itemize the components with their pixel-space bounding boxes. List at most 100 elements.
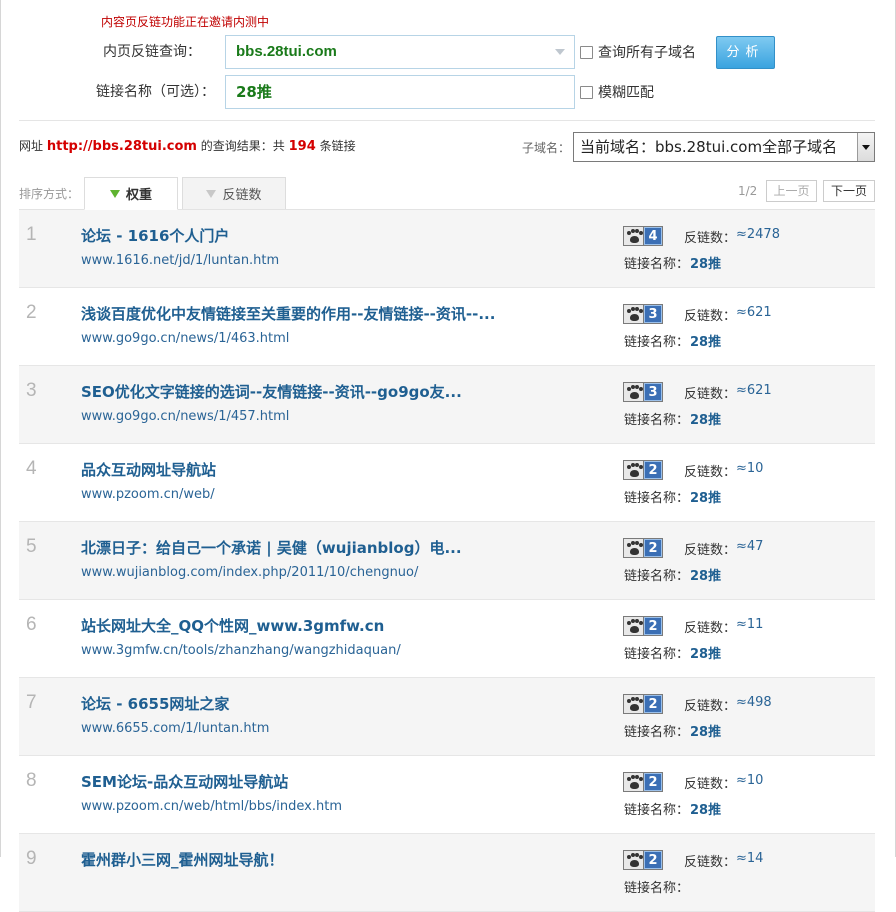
sort-label: 排序方式： [19,187,80,201]
result-rank: 4 [26,458,37,479]
sort-down-arrow-icon [109,189,120,198]
link-name-label: 链接名称： [624,725,690,740]
weight-badge: 3 [623,382,663,402]
result-rank: 3 [26,380,37,401]
result-rank: 7 [26,692,37,713]
result-title-link[interactable]: 北漂日子：给自己一个承诺 | 吴健（wujianblog）电... [81,537,462,558]
tab-sort-weight[interactable]: 权重 [84,177,178,210]
result-title-link[interactable]: 霍州群小三网_霍州网址导航！ [81,849,284,870]
weight-value: 2 [644,851,662,869]
result-rank: 2 [26,302,37,323]
page-frame: 内容页反链功能正在邀请内测中 内页反链查询： bbs.28tui.com 查询所… [0,0,896,912]
weight-value: 3 [644,305,662,323]
result-row: 9 霍州群小三网_霍州网址导航！ 2 反链数： ≈14 链接名称： [19,834,875,912]
result-row: 8 SEM论坛-品众互动网址导航站 www.pzoom.cn/web/html/… [19,756,875,834]
result-row: 6 站长网址大全_QQ个性网_www.3gmfw.cn www.3gmfw.cn… [19,600,875,678]
fuzzy-match-label: 模糊匹配 [598,85,654,101]
fuzzy-match-checkbox[interactable]: 模糊匹配 [580,82,654,102]
link-name-value: 28推 [690,413,722,428]
backlinks-label: 反链数： [684,387,737,402]
backlinks-value: ≈10 [736,773,764,788]
link-name-label: 链接名称： [624,491,690,506]
weight-value: 2 [644,461,662,479]
paw-icon [624,227,644,245]
backlinks-value: ≈621 [736,383,772,398]
paw-icon [624,383,644,401]
result-title-link[interactable]: SEO优化文字链接的选词--友情链接--资讯--go9go友... [81,381,462,402]
weight-value: 2 [644,695,662,713]
paw-icon [624,539,644,557]
analyze-button[interactable]: 分析 [716,36,775,69]
result-title-link[interactable]: 浅谈百度优化中友情链接至关重要的作用--友情链接--资讯--... [81,303,495,324]
weight-value: 2 [644,617,662,635]
link-name-label: 链接名称： [624,647,690,662]
backlinks-label: 反链数： [684,465,737,480]
link-name-value: 28推 [690,569,722,584]
result-row: 3 SEO优化文字链接的选词--友情链接--资讯--go9go友... www.… [19,366,875,444]
beta-notice: 内容页反链功能正在邀请内测中 [101,15,270,29]
chevron-down-icon[interactable] [857,133,874,161]
weight-badge: 2 [623,694,663,714]
result-row: 4 品众互动网址导航站 www.pzoom.cn/web/ 2 反链数： ≈10… [19,444,875,522]
all-subdomains-checkbox[interactable]: 查询所有子域名 [580,42,696,62]
result-row: 2 浅谈百度优化中友情链接至关重要的作用--友情链接--资讯--... www.… [19,288,875,366]
checkbox-box[interactable] [580,85,593,99]
result-url: www.6655.com/1/luntan.htm [81,721,270,736]
subdomain-select[interactable]: 当前域名：bbs.28tui.com全部子域名 [573,132,875,162]
tab-sort-backlinks-label: 反链数 [222,188,262,203]
result-rank: 1 [26,224,37,245]
result-title-link[interactable]: 站长网址大全_QQ个性网_www.3gmfw.cn [81,615,384,636]
backlinks-value: ≈10 [736,461,764,476]
link-name-label: 链接名称： [624,569,690,584]
weight-value: 2 [644,773,662,791]
weight-badge: 2 [623,850,663,870]
link-name-label: 链接名称： [624,803,690,818]
result-title-link[interactable]: 品众互动网址导航站 [81,459,216,480]
divider [19,120,875,121]
link-name-value: 28推 [690,647,722,662]
summary-middle: 的查询结果：共 [200,139,285,153]
page-indicator: 1/2 [738,184,758,198]
backlinks-label: 反链数： [684,309,737,324]
result-list: 1 论坛 - 1616个人门户 www.1616.net/jd/1/luntan… [19,209,875,912]
backlinks-label: 反链数： [684,621,737,636]
link-name-value: 28推 [690,335,722,350]
weight-value: 4 [644,227,662,245]
result-title-link[interactable]: 论坛 - 1616个人门户 [81,225,229,246]
link-name-value: 28推 [690,491,722,506]
result-summary: 网址 http://bbs.28tui.com 的查询结果：共 194 条链接 [19,137,356,154]
checkbox-box[interactable] [580,45,593,59]
weight-badge: 3 [623,304,663,324]
weight-value: 2 [644,539,662,557]
weight-badge: 2 [623,538,663,558]
weight-badge: 4 [623,226,663,246]
link-name-input[interactable]: 28推 [225,75,575,109]
result-url: www.pzoom.cn/web/ [81,487,215,502]
next-page-button[interactable]: 下一页 [823,180,875,202]
backlinks-value: ≈14 [736,851,764,866]
prev-page-button[interactable]: 上一页 [766,180,817,202]
paw-icon [624,773,644,791]
backlinks-value: ≈621 [736,305,772,320]
chevron-down-icon[interactable] [555,49,565,55]
backlinks-value: ≈2478 [736,227,780,242]
url-query-input[interactable]: bbs.28tui.com [225,35,575,69]
backlinks-label: 反链数： [684,855,737,870]
result-url: www.go9go.cn/news/1/463.html [81,331,290,346]
result-url: www.pzoom.cn/web/html/bbs/index.htm [81,799,342,814]
result-url: www.wujianblog.com/index.php/2011/10/che… [81,565,419,580]
result-row: 1 论坛 - 1616个人门户 www.1616.net/jd/1/luntan… [19,210,875,288]
backlinks-value: ≈11 [736,617,764,632]
link-name-label: 链接名称： [624,335,690,350]
summary-prefix: 网址 [19,139,44,153]
weight-badge: 2 [623,616,663,636]
result-title-link[interactable]: 论坛 - 6655网址之家 [81,693,229,714]
link-name-label: 链接名称： [624,413,690,428]
result-title-link[interactable]: SEM论坛-品众互动网址导航站 [81,771,288,792]
tab-sort-backlinks[interactable]: 反链数 [182,177,286,210]
result-rank: 5 [26,536,37,557]
backlinks-label: 反链数： [684,543,737,558]
sort-down-arrow-icon [206,189,217,198]
result-url: www.3gmfw.cn/tools/zhanzhang/wangzhidaqu… [81,643,401,658]
all-subdomains-label: 查询所有子域名 [598,45,696,61]
